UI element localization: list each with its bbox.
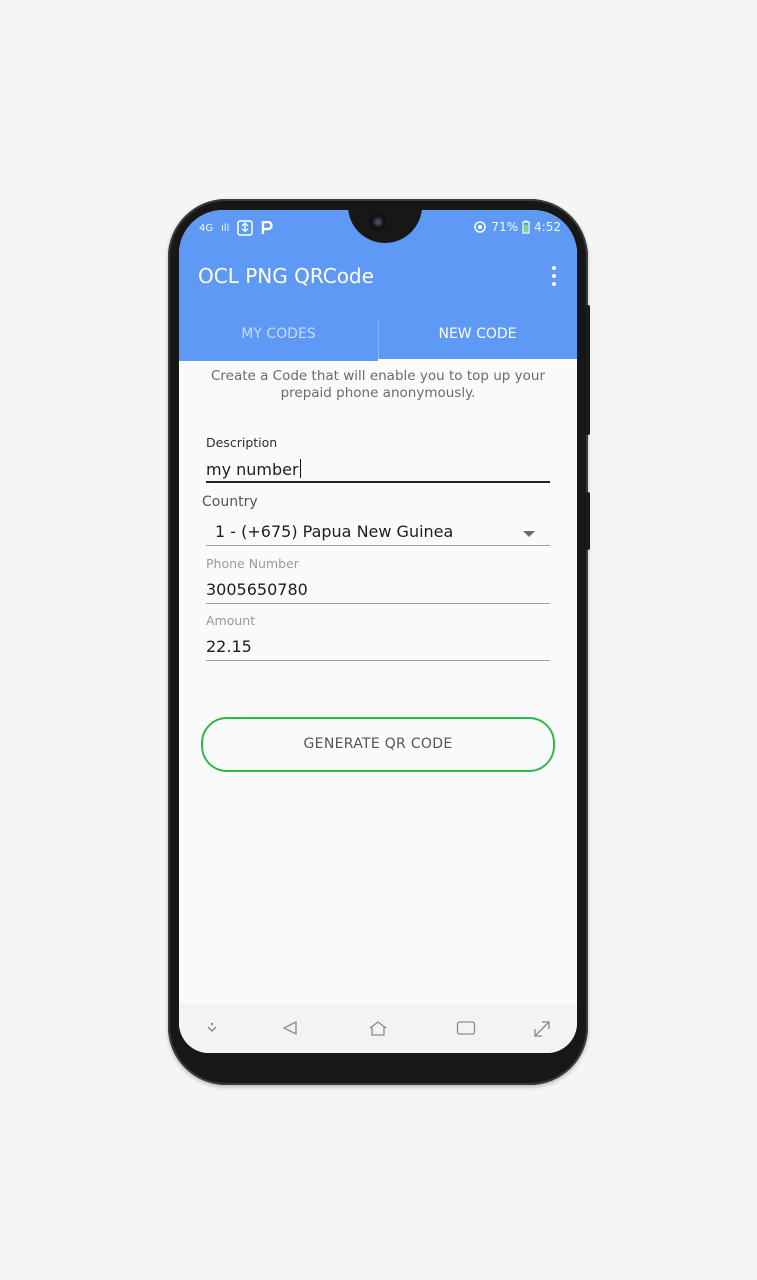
clock: 4:52: [534, 220, 561, 234]
navigation-bar: [179, 1003, 577, 1053]
generate-qr-code-button[interactable]: GENERATE QR CODE: [201, 717, 555, 772]
description-label: Description: [206, 435, 278, 450]
volume-button: [586, 305, 590, 435]
country-label: Country: [202, 494, 258, 510]
text-cursor: [299, 459, 302, 478]
amount-underline: [206, 660, 550, 661]
usb-icon: [237, 220, 254, 236]
amount-label: Amount: [206, 613, 256, 628]
hide-keyboard-icon[interactable]: [205, 1020, 219, 1034]
parking-icon: [262, 221, 274, 234]
phone-underline: [206, 603, 550, 604]
description-value: my number: [206, 460, 299, 479]
front-camera: [369, 213, 387, 231]
new-code-form: Create a Code that will enable you to to…: [179, 361, 577, 1003]
power-button: [586, 492, 590, 550]
country-underline: [206, 545, 550, 546]
battery-icon: [522, 220, 530, 234]
tab-divider: [378, 318, 379, 361]
home-icon[interactable]: [368, 1020, 388, 1036]
intro-text: Create a Code that will enable you to to…: [210, 368, 546, 401]
overflow-menu-icon[interactable]: [551, 266, 557, 286]
recents-icon[interactable]: [456, 1020, 476, 1036]
sync-icon: [474, 221, 487, 233]
country-select[interactable]: 1 - (+675) Papua New Guinea: [215, 522, 453, 541]
description-underline: [206, 481, 550, 483]
tab-my-codes[interactable]: MY CODES: [179, 318, 378, 361]
signal-icon: ıll: [221, 222, 230, 234]
chevron-down-icon[interactable]: [523, 531, 535, 537]
phone-number-label: Phone Number: [206, 556, 299, 571]
back-icon[interactable]: [282, 1020, 298, 1036]
tab-new-code[interactable]: NEW CODE: [378, 318, 577, 361]
battery-percent: 71%: [491, 220, 519, 234]
phone-screen: 4G ıll 71% 4:52 OCL PNG QRCode MY CODES …: [179, 210, 577, 1053]
amount-field[interactable]: 22.15: [206, 637, 252, 656]
network-indicator: 4G: [199, 222, 214, 234]
expand-icon[interactable]: [533, 1020, 551, 1038]
phone-number-field[interactable]: 3005650780: [206, 580, 308, 599]
description-field[interactable]: my number: [206, 459, 302, 479]
app-title: OCL PNG QRCode: [198, 264, 374, 288]
